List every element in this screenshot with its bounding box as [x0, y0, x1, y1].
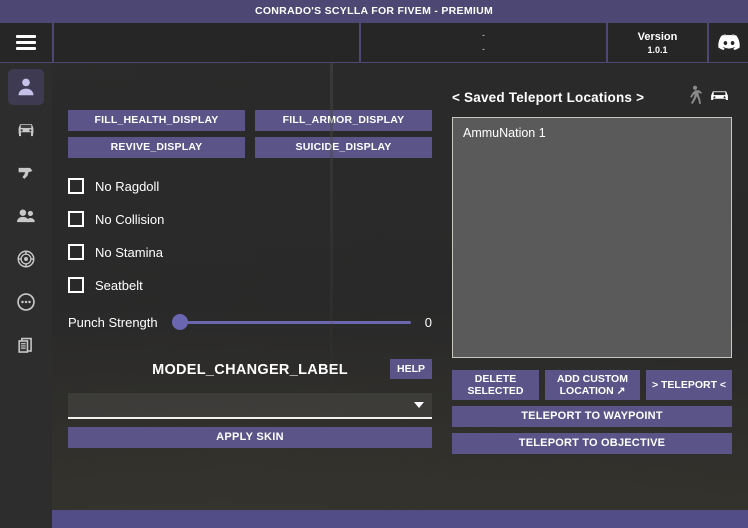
version-number: 1.0.1: [647, 44, 668, 55]
person-icon: [18, 78, 34, 96]
pistol-icon: [18, 167, 33, 179]
chevron-down-icon: [414, 402, 424, 408]
teleport-to-waypoint-button[interactable]: TELEPORT TO WAYPOINT: [452, 406, 732, 428]
add-custom-location-button[interactable]: ADD CUSTOM LOCATION ↗: [545, 370, 640, 401]
checkbox-box-icon: [68, 277, 84, 293]
slider-thumb[interactable]: [171, 314, 188, 330]
model-changer-header: MODEL_CHANGER_LABEL HELP: [68, 359, 432, 381]
slider-track[interactable]: [171, 311, 411, 333]
checkbox-no-ragdoll[interactable]: No Ragdoll: [68, 176, 432, 196]
revive-button[interactable]: REVIVE_DISPLAY: [68, 137, 245, 158]
checkbox-no-collision[interactable]: No Collision: [68, 209, 432, 229]
fill-armor-button[interactable]: FILL_ARMOR_DISPLAY: [255, 110, 432, 131]
slider-value: 0: [424, 314, 432, 330]
teleport-header: < Saved Teleport Locations >: [452, 85, 732, 109]
sidebar-item-vehicle[interactable]: [8, 112, 44, 148]
sidebar-item-esp[interactable]: [8, 241, 44, 277]
discord-button[interactable]: [709, 23, 748, 62]
topbar-blank-panel: [54, 23, 359, 62]
coords-line-1: -: [482, 30, 485, 40]
sidebar-rail: [0, 63, 52, 528]
checkbox-seatbelt[interactable]: Seatbelt: [68, 275, 432, 295]
suicide-button[interactable]: SUICIDE_DISPLAY: [255, 137, 432, 158]
car-icon[interactable]: [709, 87, 730, 104]
walking-person-icon[interactable]: [686, 85, 703, 105]
player-panel: FILL_HEALTH_DISPLAY FILL_ARMOR_DISPLAY R…: [68, 110, 432, 448]
delete-selected-button[interactable]: DELETE SELECTED: [452, 370, 539, 401]
app-window: CONRADO'S SCYLLA FOR FIVEM - PREMIUM - -…: [0, 0, 748, 528]
teleport-button-row: DELETE SELECTED ADD CUSTOM LOCATION ↗ > …: [452, 370, 732, 401]
teleport-panel: < Saved Teleport Locations > AmmuNation …: [452, 85, 732, 455]
coords-line-2: -: [482, 44, 485, 54]
model-changer-title: MODEL_CHANGER_LABEL: [152, 362, 348, 378]
teleport-to-objective-button[interactable]: TELEPORT TO OBJECTIVE: [452, 433, 732, 455]
apply-skin-button[interactable]: APPLY SKIN: [68, 427, 432, 448]
teleport-button[interactable]: > TELEPORT <: [646, 370, 732, 401]
checkbox-label: No Collision: [95, 211, 165, 227]
fill-health-button[interactable]: FILL_HEALTH_DISPLAY: [68, 110, 245, 131]
people-icon: [16, 209, 35, 223]
sidebar-item-player[interactable]: [8, 69, 44, 105]
top-bar: - - Version 1.0.1: [0, 22, 748, 63]
model-select[interactable]: [68, 393, 432, 419]
sidebar-item-players[interactable]: [8, 198, 44, 234]
discord-icon: [717, 34, 740, 51]
car-icon: [18, 124, 34, 137]
radar-icon: [17, 250, 35, 268]
menu-button[interactable]: [0, 23, 52, 62]
checkbox-label: No Ragdoll: [95, 178, 160, 194]
checkbox-label: No Stamina: [95, 244, 163, 260]
version-label: Version: [637, 30, 678, 43]
documents-icon: [18, 337, 32, 353]
main-content: FILL_HEALTH_DISPLAY FILL_ARMOR_DISPLAY R…: [52, 63, 748, 510]
teleport-title: < Saved Teleport Locations >: [452, 89, 645, 105]
sidebar-item-weapons[interactable]: [8, 155, 44, 191]
title-bar: CONRADO'S SCYLLA FOR FIVEM - PREMIUM: [0, 0, 748, 22]
saved-locations-list[interactable]: AmmuNation 1: [452, 117, 732, 358]
player-button-row-1: FILL_HEALTH_DISPLAY FILL_ARMOR_DISPLAY: [68, 110, 432, 131]
player-button-row-2: REVIVE_DISPLAY SUICIDE_DISPLAY: [68, 137, 432, 158]
slider-label: Punch Strength: [68, 314, 158, 330]
footer-bar: [52, 510, 748, 528]
checkbox-no-stamina[interactable]: No Stamina: [68, 242, 432, 262]
punch-strength-slider: Punch Strength 0: [68, 311, 432, 333]
list-item[interactable]: AmmuNation 1: [453, 124, 731, 142]
hamburger-menu-icon: [16, 35, 36, 50]
checkbox-label: Seatbelt: [95, 277, 143, 293]
help-button[interactable]: HELP: [389, 359, 432, 379]
sidebar-footer-spacer: [0, 510, 52, 528]
teleport-mode-toggles: [686, 85, 730, 105]
topbar-coords-panel: - -: [361, 23, 606, 62]
player-toggles: No Ragdoll No Collision No Stamina Seatb…: [68, 176, 432, 295]
checkbox-box-icon: [68, 211, 84, 227]
sidebar-item-misc[interactable]: [8, 284, 44, 320]
window-title: CONRADO'S SCYLLA FOR FIVEM - PREMIUM: [254, 5, 494, 17]
checkbox-box-icon: [68, 178, 84, 194]
dots-circle-icon: [17, 293, 35, 311]
slider-line: [171, 321, 411, 324]
version-panel: Version 1.0.1: [608, 23, 707, 62]
checkbox-box-icon: [68, 244, 84, 260]
sidebar-item-logs[interactable]: [8, 327, 44, 363]
